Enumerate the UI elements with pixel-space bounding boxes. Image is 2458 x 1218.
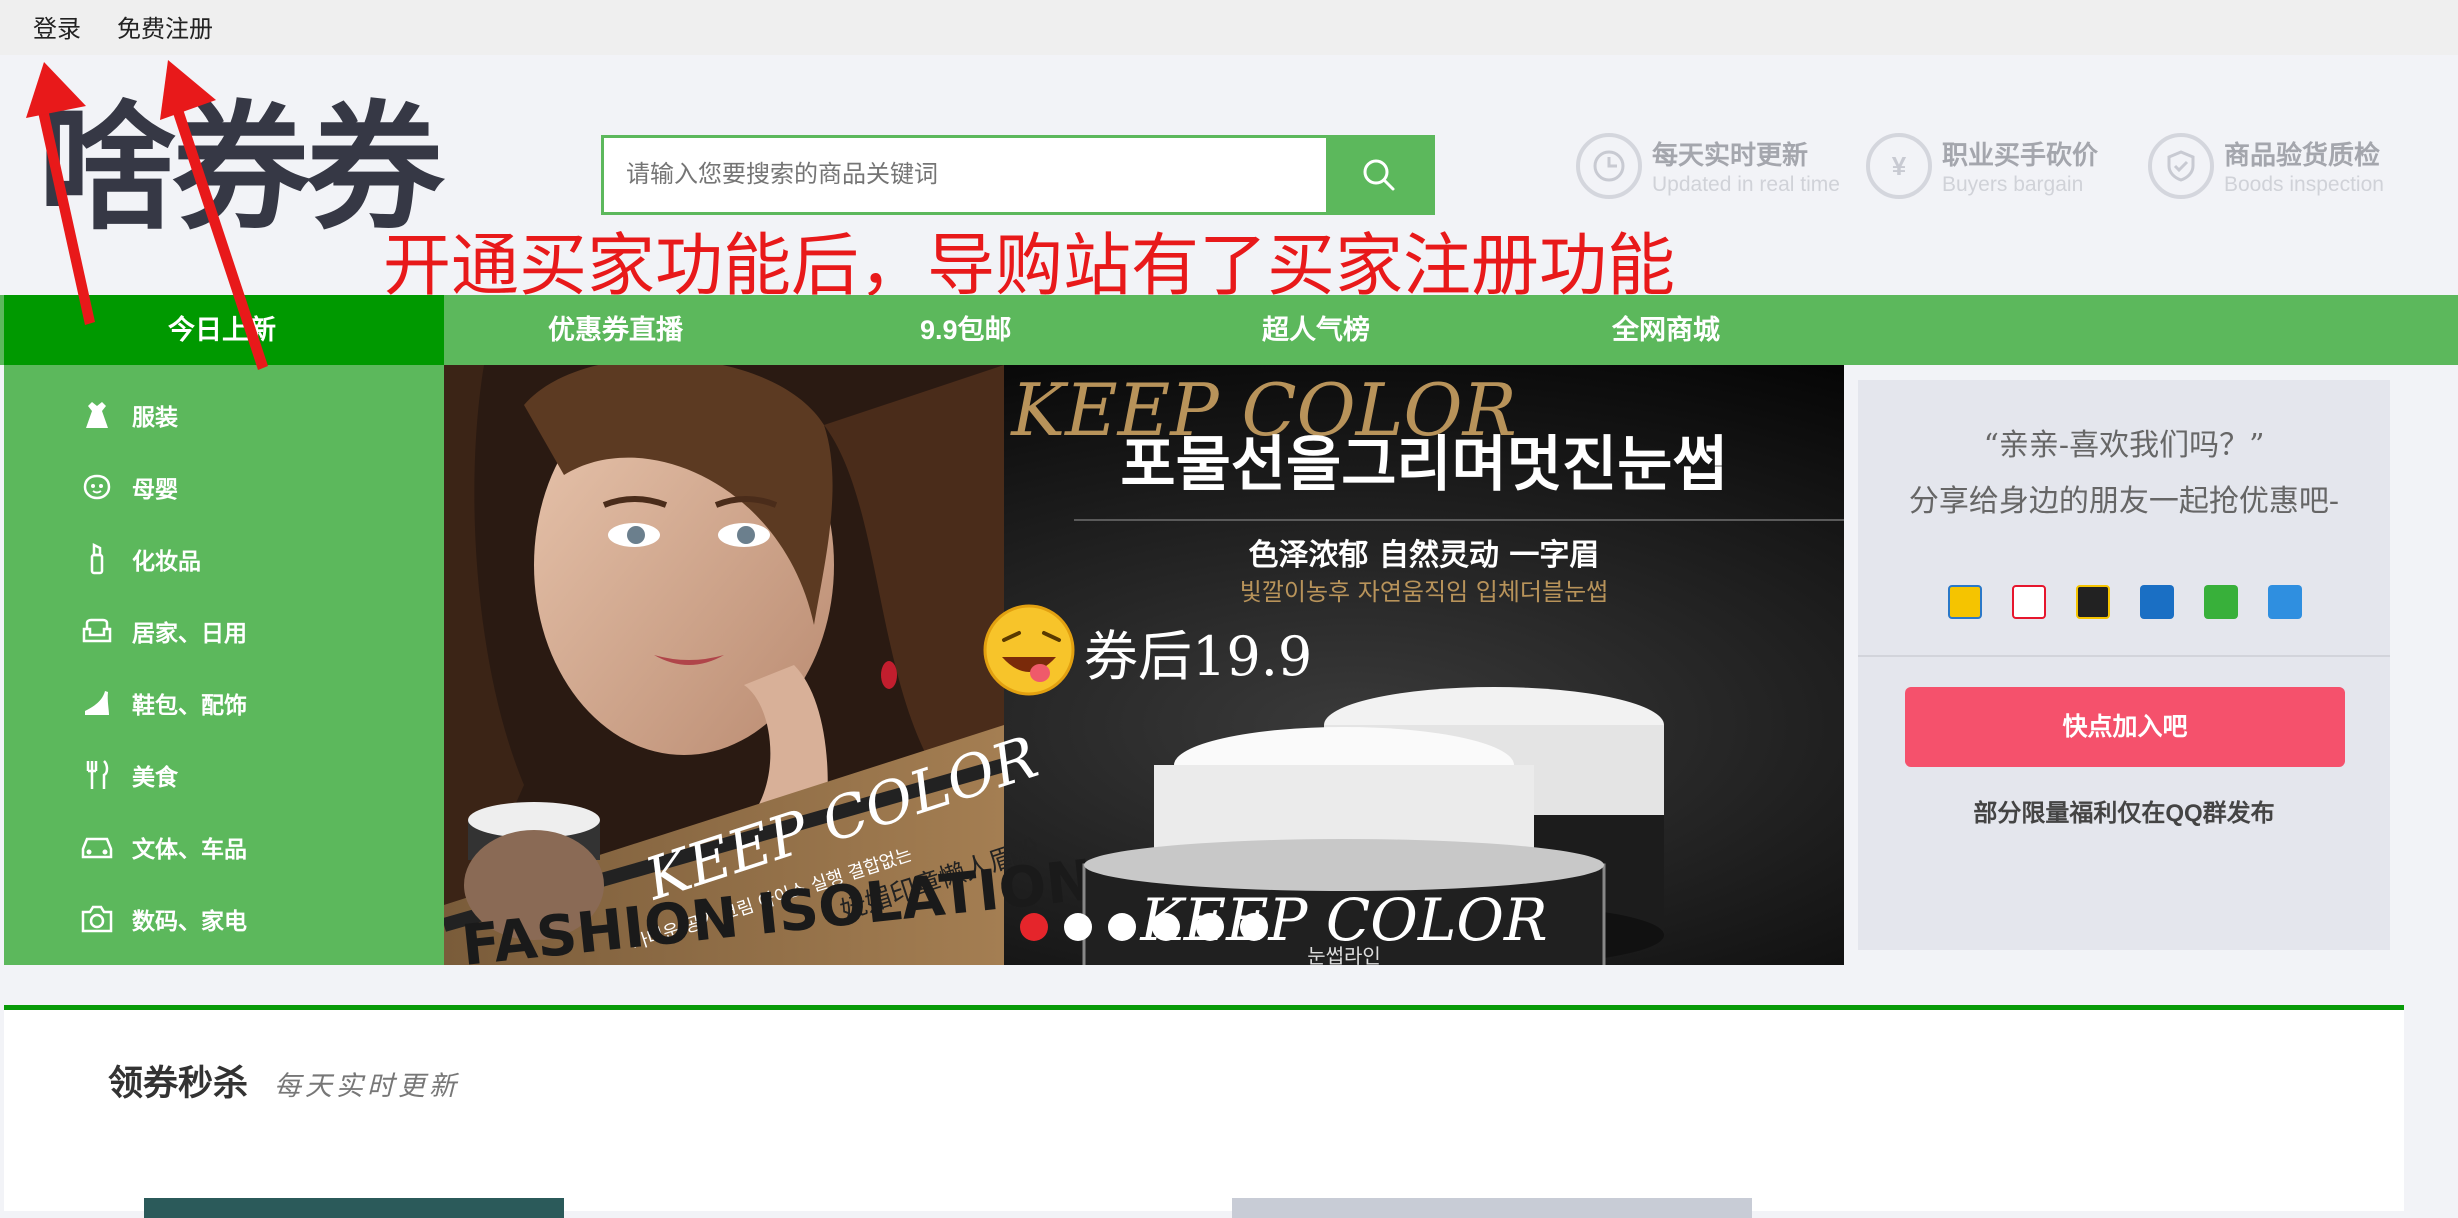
category-label: 母婴	[132, 476, 178, 502]
qq-group-note: 部分限量福利仅在QQ群发布	[1973, 800, 2275, 827]
category-label: 数码、家电	[132, 908, 247, 934]
top-bar: 登录 免费注册	[0, 0, 2458, 55]
camera-icon	[80, 902, 114, 936]
feature-title: 职业买手砍价	[1942, 140, 2099, 170]
banner-korean-sub: 빛깔이농후 자연움직임 입체더블눈썹	[1240, 578, 1609, 606]
qq-icon[interactable]	[2076, 585, 2110, 619]
feature-subtitle: Boods inspection	[2224, 173, 2384, 196]
banner-dot[interactable]	[1196, 913, 1224, 941]
banner-price: 券后19.9	[1084, 625, 1312, 688]
banner-chinese-tagline: 色泽浓郁 自然灵动 一字眉	[1249, 538, 1600, 573]
baby-icon	[80, 470, 114, 504]
sofa-icon	[80, 614, 114, 648]
banner-pagination	[1020, 913, 1268, 941]
feature-subtitle: Updated in real time	[1652, 173, 1840, 196]
weibo-icon[interactable]	[2012, 585, 2046, 619]
category-label: 居家、日用	[132, 620, 247, 646]
promo-question: “亲亲-喜欢我们吗？”	[1983, 428, 2265, 463]
banner-dot[interactable]	[1152, 913, 1180, 941]
heel-icon	[80, 686, 114, 720]
category-label: 鞋包、配饰	[132, 692, 247, 718]
feature-title: 商品验货质检	[2224, 140, 2381, 170]
banner-dot[interactable]	[1108, 913, 1136, 941]
banner-dot-active[interactable]	[1020, 913, 1048, 941]
category-cosmetics[interactable]: 化妆品	[80, 539, 201, 579]
wechat-icon[interactable]	[2204, 585, 2238, 619]
product-thumbnail[interactable]	[1232, 1198, 1752, 1218]
section-subtitle: 每天实时更新	[274, 1071, 460, 1102]
promo-share-text: 分享给身边的朋友一起抢优惠吧-	[1908, 484, 2340, 519]
fork-knife-icon	[80, 758, 114, 792]
category-home[interactable]: 居家、日用	[80, 611, 247, 651]
category-digital[interactable]: 数码、家电	[80, 899, 247, 939]
nav-item-all-mall[interactable]: 全网商城	[1612, 295, 1720, 365]
qzone-icon[interactable]	[1948, 585, 1982, 619]
search-input[interactable]	[604, 138, 1329, 212]
category-clothing[interactable]: 服装	[80, 395, 178, 435]
category-label: 化妆品	[132, 548, 201, 574]
banner-image: KEEP COLOR 가벼운 공기 크림 아이스 실행 결합없는 妩媚印章懒人眉…	[444, 365, 1844, 965]
category-shoes-bags[interactable]: 鞋包、配饰	[80, 683, 247, 723]
banner-dot[interactable]	[1064, 913, 1092, 941]
search-button[interactable]	[1326, 138, 1432, 212]
category-label: 服装	[132, 404, 178, 430]
banner-jar-label: 눈썹라인	[1307, 944, 1381, 965]
emoji-icon	[983, 604, 1075, 696]
clock-icon	[1576, 133, 1642, 199]
nav-item-free-shipping[interactable]: 9.9包邮	[920, 295, 1012, 365]
feature-subtitle: Buyers bargain	[1942, 173, 2084, 196]
shield-check-icon	[2148, 133, 2214, 199]
dress-icon	[80, 398, 114, 432]
category-food[interactable]: 美食	[80, 755, 178, 795]
banner-korean-title: 포물선을그리며멋진눈썹	[1120, 430, 1727, 500]
search-icon	[1363, 159, 1395, 191]
more-icon[interactable]	[2268, 585, 2302, 619]
category-baby[interactable]: 母婴	[80, 467, 178, 507]
annotation-arrows	[26, 60, 268, 370]
car-icon	[80, 830, 114, 864]
lipstick-icon	[80, 542, 114, 576]
banner-dot[interactable]	[1240, 913, 1268, 941]
join-button[interactable]: 快点加入吧	[1905, 687, 2345, 767]
section-title: 领券秒杀	[108, 1064, 249, 1103]
search-bar	[601, 135, 1435, 215]
share-icons	[1948, 585, 2302, 619]
yen-icon: ¥	[1866, 133, 1932, 199]
renren-icon[interactable]	[2140, 585, 2174, 619]
category-sports-car[interactable]: 文体、车品	[80, 827, 247, 867]
promo-banner[interactable]: KEEP COLOR 가벼운 공기 크림 아이스 실행 결합없는 妩媚印章懒人眉…	[444, 365, 1844, 965]
share-panel: “亲亲-喜欢我们吗？” 分享给身边的朋友一起抢优惠吧- 快点加入吧 部分限量福利…	[1858, 380, 2390, 950]
product-thumbnail[interactable]	[144, 1198, 564, 1218]
divider	[1858, 655, 2390, 657]
category-label: 文体、车品	[132, 836, 247, 862]
nav-item-coupon-live[interactable]: 优惠券直播	[548, 295, 683, 365]
flash-sale-section: 领券秒杀 每天实时更新	[4, 1005, 2404, 1218]
feature-title: 每天实时更新	[1652, 140, 1809, 170]
category-label: 美食	[132, 764, 178, 790]
nav-item-popular[interactable]: 超人气榜	[1262, 295, 1370, 365]
main-nav: 今日上新 优惠券直播 9.9包邮 超人气榜 全网商城	[0, 295, 2458, 365]
category-sidebar: 服装 母婴 化妆品 居家、日用 鞋包、配饰 美食 文体、车品 数码、家电	[4, 365, 444, 965]
